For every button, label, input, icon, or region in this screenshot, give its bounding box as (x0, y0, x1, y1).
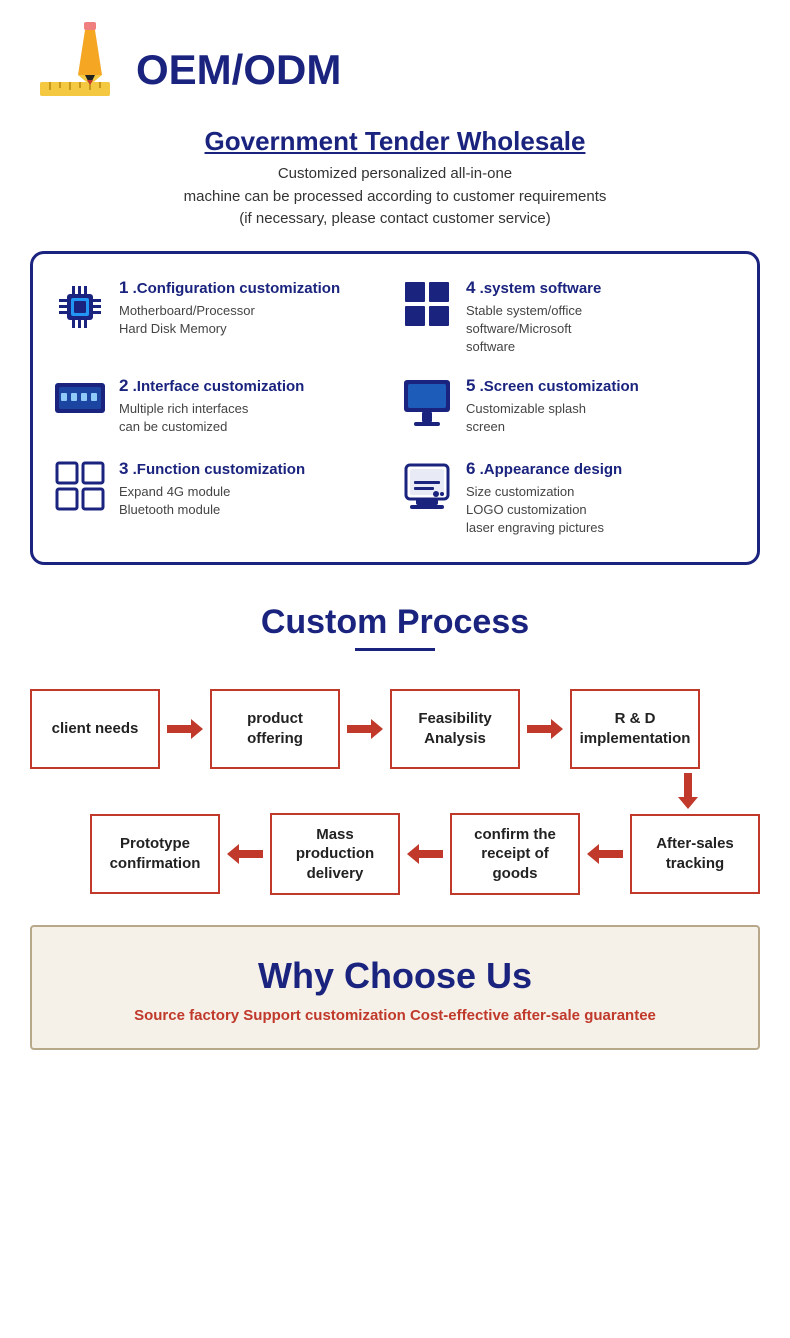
subtitle-main: Government Tender Wholesale (30, 126, 760, 157)
process-box-feasibility: FeasibilityAnalysis (390, 689, 520, 769)
feature-title-1: 1 .Configuration customization (119, 278, 340, 298)
feature-desc-4: Stable system/officesoftware/Microsoftso… (466, 302, 601, 357)
windows-icon (400, 280, 454, 339)
process-row-1: client needs productoffering Feasibility… (30, 689, 760, 769)
arrow-right-1 (160, 717, 210, 741)
process-box-mass-production: Massproductiondelivery (270, 813, 400, 896)
arrow-right-2 (340, 717, 390, 741)
process-row-2: After-salestracking confirm thereceipt o… (30, 813, 760, 896)
feature-text-3: 3 .Function customization Expand 4G modu… (119, 459, 305, 519)
process-box-after-sales: After-salestracking (630, 814, 760, 894)
feature-text-2: 2 .Interface customization Multiple rich… (119, 376, 304, 436)
process-box-client-needs: client needs (30, 689, 160, 769)
feature-item-5: 5 .Screen customization Customizable spl… (400, 376, 737, 439)
feature-item-3: 3 .Function customization Expand 4G modu… (53, 459, 390, 538)
features-grid: 1 .Configuration customization Motherboa… (53, 278, 737, 538)
feature-item-4: 4 .system software Stable system/offices… (400, 278, 737, 357)
feature-text-4: 4 .system software Stable system/offices… (466, 278, 601, 357)
process-section: Custom Process client needs productoffer… (30, 595, 760, 896)
arrow-right-3 (520, 717, 570, 741)
chip-icon (53, 280, 107, 345)
process-box-rd: R & Dimplementation (570, 689, 700, 769)
page: OEM/ODM Government Tender Wholesale Cust… (0, 0, 790, 1080)
feature-desc-6: Size customizationLOGO customizationlase… (466, 483, 622, 538)
function-icon (53, 461, 107, 522)
feature-text-1: 1 .Configuration customization Motherboa… (119, 278, 340, 338)
feature-desc-1: Motherboard/ProcessorHard Disk Memory (119, 302, 340, 338)
feature-desc-5: Customizable splashscreen (466, 400, 639, 436)
feature-title-6: 6 .Appearance design (466, 459, 622, 479)
feature-desc-3: Expand 4G moduleBluetooth module (119, 483, 305, 519)
feature-text-6: 6 .Appearance design Size customizationL… (466, 459, 622, 538)
arrow-left-1 (580, 842, 630, 866)
device-icon (400, 461, 454, 522)
process-box-product-offering: productoffering (210, 689, 340, 769)
feature-text-5: 5 .Screen customization Customizable spl… (466, 376, 639, 436)
why-subtitle: Source factory Support customization Cos… (52, 1007, 738, 1024)
feature-item-6: 6 .Appearance design Size customizationL… (400, 459, 737, 538)
feature-title-2: 2 .Interface customization (119, 376, 304, 396)
pencil-ruler-icon (30, 20, 120, 120)
process-box-confirm-receipt: confirm thereceipt ofgoods (450, 813, 580, 896)
feature-title-5: 5 .Screen customization (466, 376, 639, 396)
feature-item-2: 2 .Interface customization Multiple rich… (53, 376, 390, 439)
process-title: Custom Process (30, 595, 760, 659)
arrow-left-3 (220, 842, 270, 866)
why-choose-us-box: Why Choose Us Source factory Support cus… (30, 925, 760, 1050)
process-box-prototype: Prototypeconfirmation (90, 814, 220, 894)
header-title: OEM/ODM (136, 46, 341, 94)
feature-desc-2: Multiple rich interfacescan be customize… (119, 400, 304, 436)
feature-title-3: 3 .Function customization (119, 459, 305, 479)
features-box: 1 .Configuration customization Motherboa… (30, 251, 760, 565)
interface-icon (53, 378, 107, 428)
monitor-icon (400, 378, 454, 439)
arrow-left-2 (400, 842, 450, 866)
arrow-down-container (30, 773, 760, 809)
header-section: OEM/ODM (30, 20, 760, 120)
why-title: Why Choose Us (52, 955, 738, 997)
feature-title-4: 4 .system software (466, 278, 601, 298)
subtitle-desc: Customized personalized all-in-onemachin… (30, 163, 760, 231)
feature-item-1: 1 .Configuration customization Motherboa… (53, 278, 390, 357)
